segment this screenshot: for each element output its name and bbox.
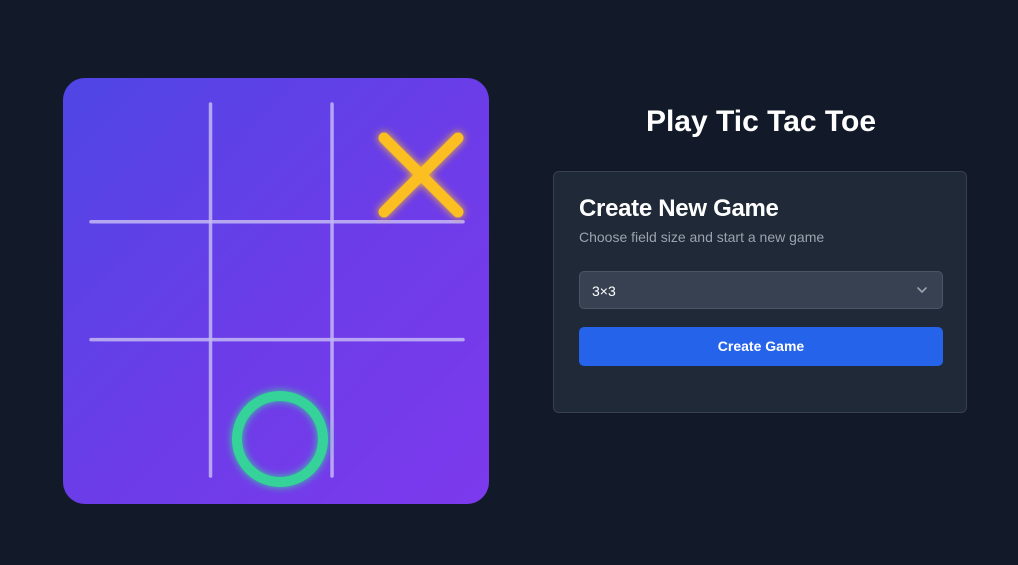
- board-marks: [232, 132, 464, 487]
- chevron-down-icon: [917, 287, 927, 293]
- page-title: Play Tic Tac Toe: [645, 105, 877, 138]
- page: Play Tic Tac Toe Create New Game Choose …: [0, 0, 1018, 565]
- panel-subtitle: Choose field size and start a new game: [579, 229, 825, 245]
- hero-board-illustration: [63, 78, 489, 504]
- x-mark-icon: [378, 132, 464, 218]
- create-game-panel: Create New Game Choose field size and st…: [553, 171, 967, 413]
- field-size-select[interactable]: 3×3: [579, 271, 943, 309]
- o-mark-icon: [232, 391, 328, 487]
- panel-heading: Create New Game: [579, 195, 779, 222]
- field-size-value: 3×3: [592, 283, 616, 299]
- board-svg: [89, 102, 465, 487]
- create-game-button[interactable]: Create Game: [579, 327, 943, 366]
